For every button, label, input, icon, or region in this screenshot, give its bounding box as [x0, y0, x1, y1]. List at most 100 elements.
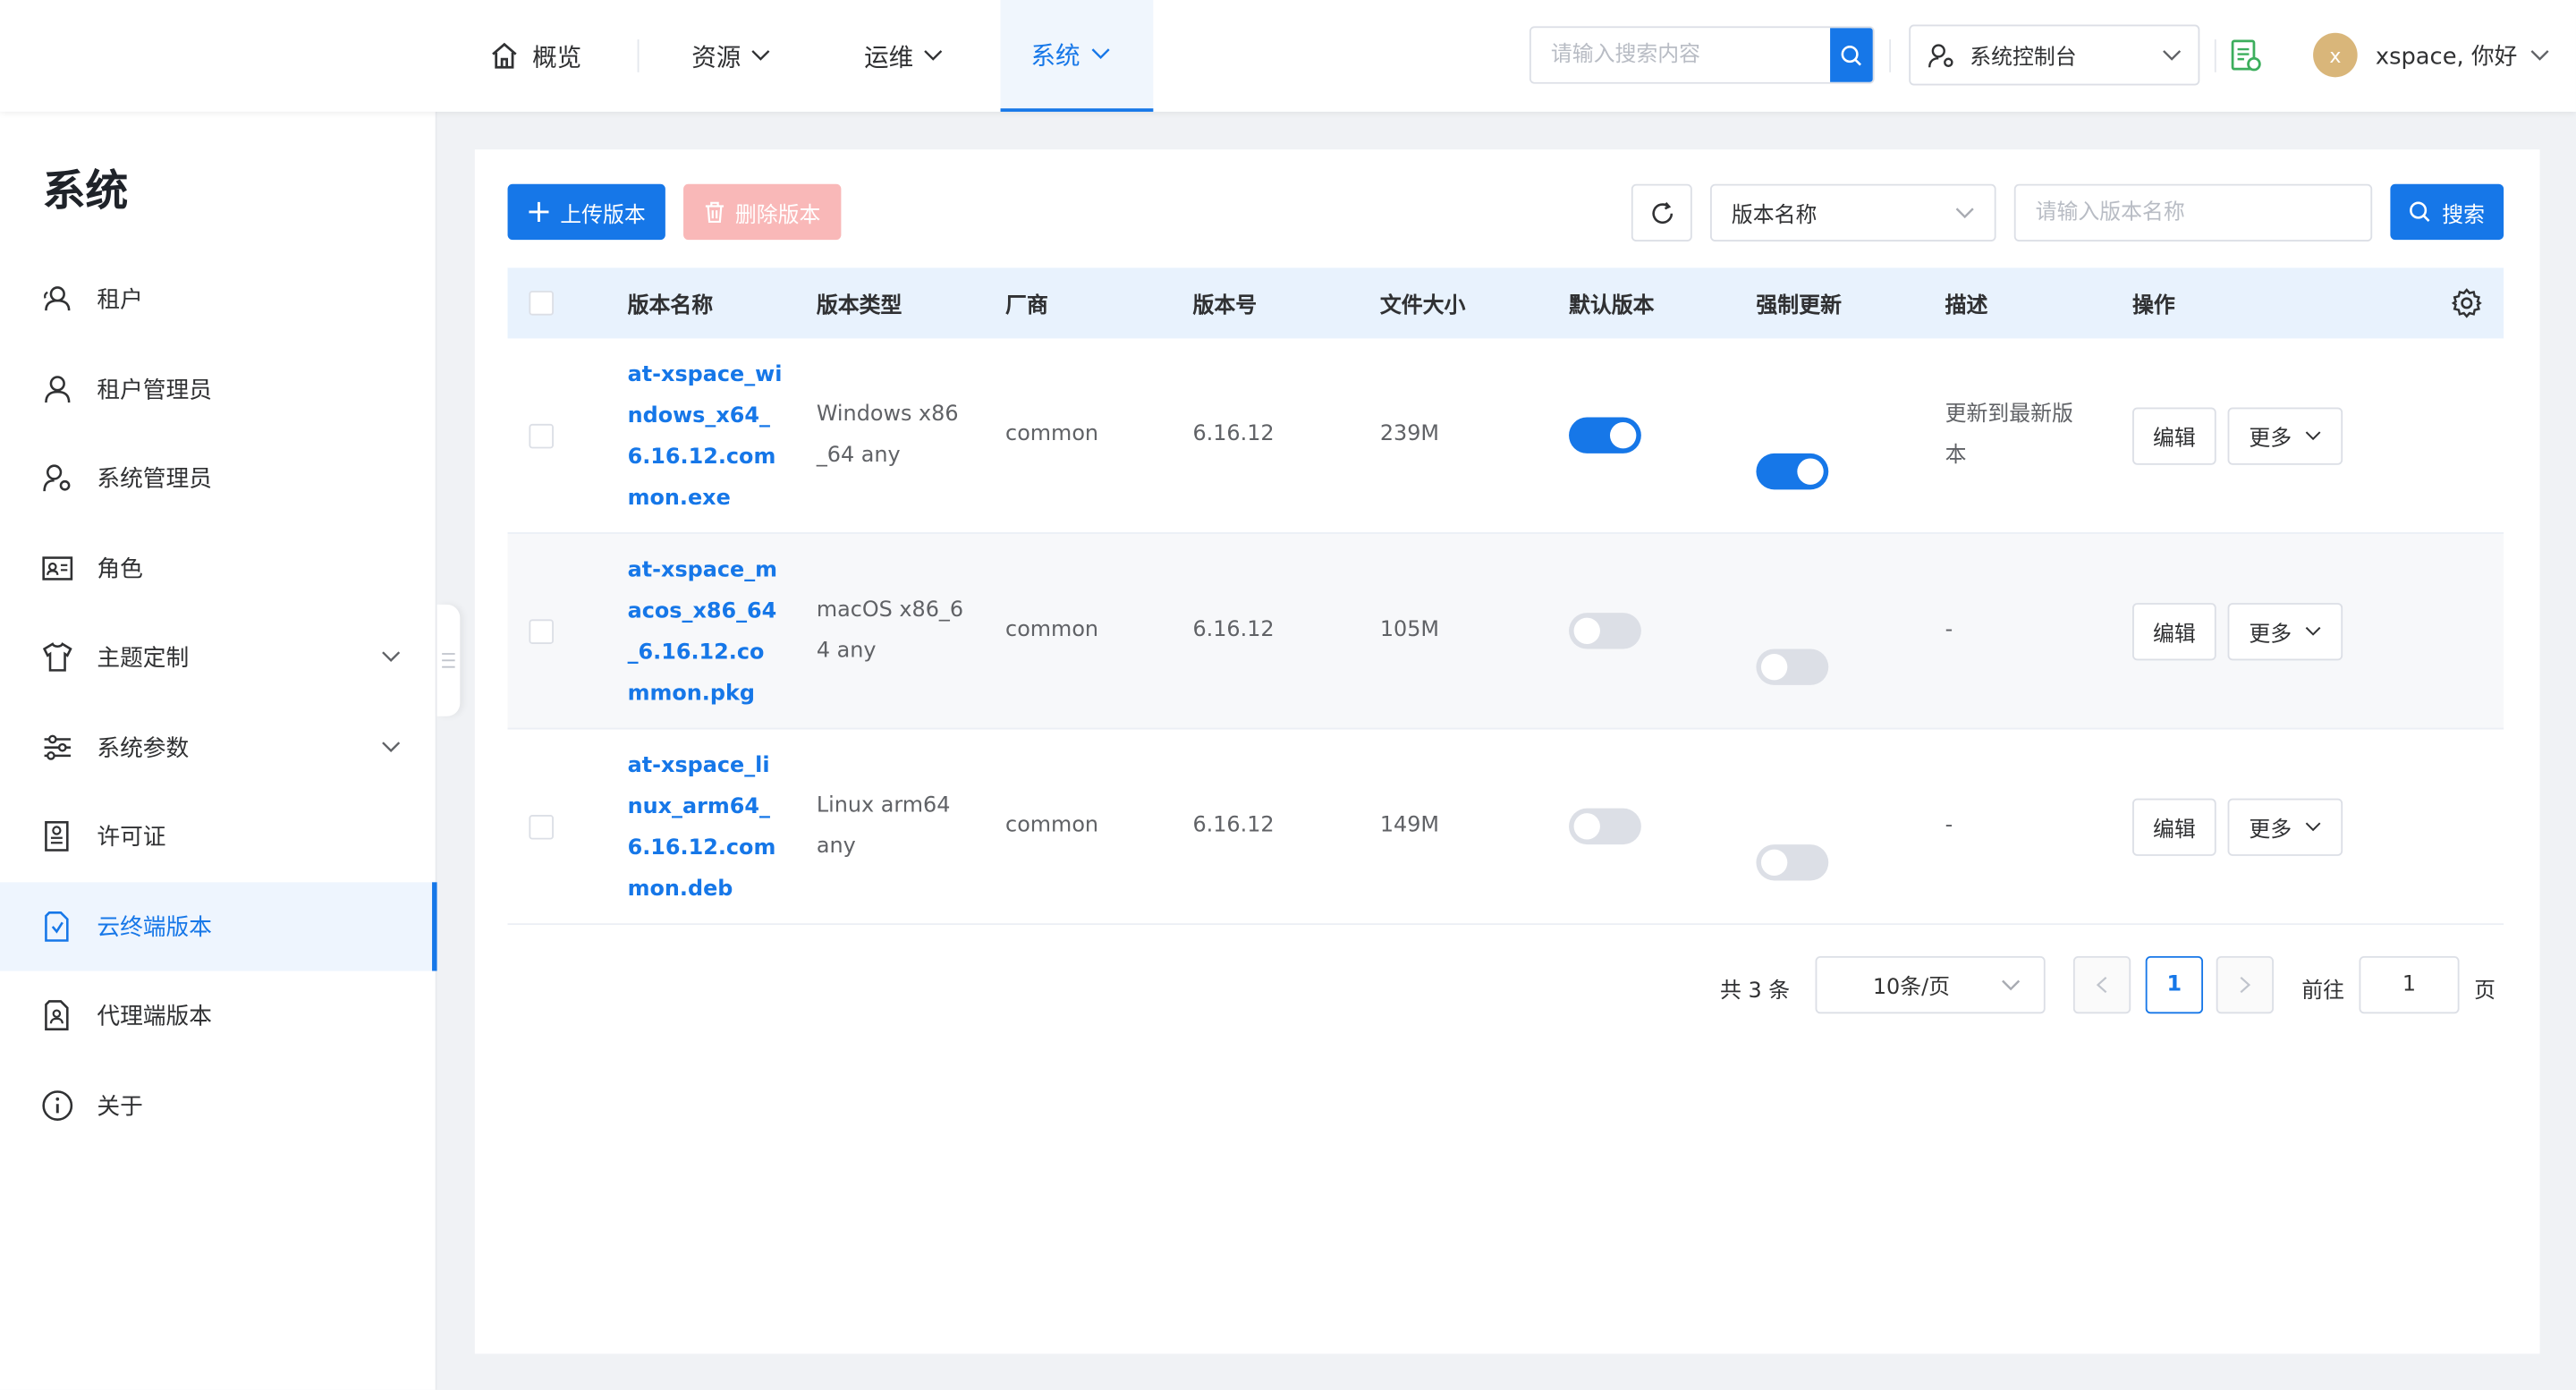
version-name-input[interactable]	[2013, 183, 2373, 242]
edit-button[interactable]: 编辑	[2132, 407, 2216, 465]
sidebar-item-about[interactable]: 关于	[0, 1062, 437, 1150]
default-version-toggle[interactable]	[1569, 417, 1641, 453]
chevron-down-icon	[382, 651, 401, 663]
table-header: 版本名称 版本类型 厂商 版本号 文件大小 默认版本 强制更新 描述 操作	[507, 267, 2504, 339]
sidebar-item-tenant-admins[interactable]: 租户管理员	[0, 345, 437, 434]
global-search-button[interactable]	[1830, 28, 1873, 82]
toggle-knob	[1760, 849, 1788, 876]
column-header-desc: 描述	[1945, 293, 1988, 319]
select-all-checkbox[interactable]	[529, 291, 554, 316]
column-header-name: 版本名称	[627, 293, 714, 319]
sidebar-item-roles[interactable]: 角色	[0, 524, 437, 613]
main-card: 上传版本 删除版本 版本名称 搜索 版本名称 版本类型 厂商 版本号 文	[474, 149, 2540, 1354]
delete-version-button[interactable]: 删除版本	[683, 183, 842, 241]
chevron-down-icon	[382, 742, 401, 753]
refresh-button[interactable]	[1631, 183, 1692, 242]
sidebar-item-label: 主题定制	[97, 645, 190, 673]
force-update-toggle[interactable]	[1756, 844, 1829, 881]
vendor: common	[1005, 422, 1099, 447]
sidebar-item-cloud-terminal-versions[interactable]: 云终端版本	[0, 882, 437, 971]
nav-overview-label: 概览	[532, 41, 582, 72]
sidebar-item-tenants[interactable]: 租户	[0, 255, 437, 343]
chevron-left-icon	[2096, 977, 2107, 994]
description: -	[1945, 813, 1953, 838]
force-update-toggle[interactable]	[1756, 453, 1829, 490]
vendor: common	[1005, 617, 1099, 643]
sidebar-item-license[interactable]: 许可证	[0, 792, 437, 880]
version-number: 6.16.12	[1192, 617, 1275, 643]
column-header-force: 强制更新	[1756, 293, 1842, 319]
home-icon	[492, 42, 517, 69]
console-select[interactable]: 系统控制台	[1909, 24, 2200, 86]
version-name-link[interactable]: at-xspace_windows_x64_6.16.12.common.exe	[628, 355, 784, 520]
sidebar-item-label: 租户	[97, 287, 143, 314]
sidebar-collapse-handle[interactable]	[436, 604, 461, 716]
next-page-button[interactable]	[2216, 955, 2274, 1014]
collapse-icon	[442, 653, 455, 668]
more-button[interactable]: 更多	[2227, 407, 2343, 465]
default-version-toggle[interactable]	[1569, 808, 1641, 845]
file-agent-icon	[39, 997, 75, 1033]
nav-resources-label: 资源	[691, 41, 741, 72]
edit-button[interactable]: 编辑	[2132, 603, 2216, 661]
force-update-toggle[interactable]	[1756, 648, 1829, 685]
chevron-down-icon	[2530, 50, 2550, 61]
row-checkbox[interactable]	[529, 815, 554, 840]
page-size-value: 10条/页	[1872, 975, 1951, 1001]
description: 更新到最新版本	[1945, 402, 2073, 469]
column-header-default: 默认版本	[1569, 293, 1655, 319]
search-button[interactable]: 搜索	[2390, 183, 2504, 241]
version-name-link[interactable]: at-xspace_macos_x86_64_6.16.12.common.pk…	[628, 550, 784, 715]
version-type: Linux arm64 any	[816, 793, 951, 860]
user-menu[interactable]: xspace, 你好	[2376, 0, 2550, 112]
prev-page-button[interactable]	[2072, 955, 2131, 1014]
console-select-label: 系统控制台	[1970, 46, 2077, 71]
edit-button[interactable]: 编辑	[2132, 798, 2216, 856]
sidebar-item-label: 关于	[97, 1094, 143, 1121]
sidebar-item-label: 代理端版本	[97, 1004, 212, 1030]
user-icon	[39, 371, 75, 407]
avatar[interactable]: x	[2313, 32, 2358, 78]
description: -	[1945, 617, 1953, 643]
sidebar-item-params[interactable]: 系统参数	[0, 703, 437, 792]
goto-page-input[interactable]: 1	[2359, 955, 2460, 1014]
default-version-toggle[interactable]	[1569, 613, 1641, 649]
row-checkbox[interactable]	[529, 423, 554, 449]
sidebar-item-theme[interactable]: 主题定制	[0, 613, 437, 701]
header-divider	[1889, 39, 1892, 72]
file-check-icon	[39, 909, 75, 945]
license-status-icon[interactable]	[2228, 38, 2264, 81]
version-number: 6.16.12	[1192, 422, 1275, 447]
version-name-link[interactable]: at-xspace_linux_arm64_6.16.12.common.deb	[628, 746, 784, 911]
sliders-icon	[39, 729, 75, 765]
search-field-select-value: 版本名称	[1731, 203, 1818, 229]
column-header-version: 版本号	[1192, 293, 1258, 319]
nav-ops[interactable]: 运维	[864, 0, 956, 112]
search-icon	[1841, 45, 1861, 65]
edit-button-label: 编辑	[2152, 623, 2196, 648]
more-button[interactable]: 更多	[2227, 798, 2343, 856]
more-button[interactable]: 更多	[2227, 603, 2343, 661]
search-field-select[interactable]: 版本名称	[1710, 183, 1996, 242]
sidebar-item-agent-versions[interactable]: 代理端版本	[0, 970, 437, 1059]
column-header-actions: 操作	[2132, 293, 2175, 319]
page-size-select[interactable]: 10条/页	[1815, 955, 2046, 1014]
toggle-knob	[1760, 654, 1788, 681]
file-size: 149M	[1379, 813, 1440, 838]
top-header: 概览 资源 运维 系统 系统控制台 x	[0, 0, 2576, 112]
row-checkbox[interactable]	[529, 619, 554, 644]
page-number-current[interactable]: 1	[2145, 955, 2204, 1014]
sidebar-item-system-admins[interactable]: 系统管理员	[0, 434, 437, 522]
nav-system[interactable]: 系统	[1000, 0, 1154, 112]
plus-icon	[529, 201, 549, 222]
sidebar-item-label: 租户管理员	[97, 377, 212, 404]
upload-version-button[interactable]: 上传版本	[507, 183, 665, 241]
toggle-knob	[1573, 617, 1600, 644]
edit-button-label: 编辑	[2152, 427, 2196, 453]
refresh-icon	[1651, 201, 1673, 224]
chevron-down-icon	[924, 50, 943, 61]
nav-overview[interactable]: 概览	[489, 0, 581, 112]
global-search-input[interactable]	[1530, 28, 1831, 82]
nav-resources[interactable]: 资源	[691, 0, 784, 112]
column-settings-button[interactable]	[2451, 287, 2482, 325]
